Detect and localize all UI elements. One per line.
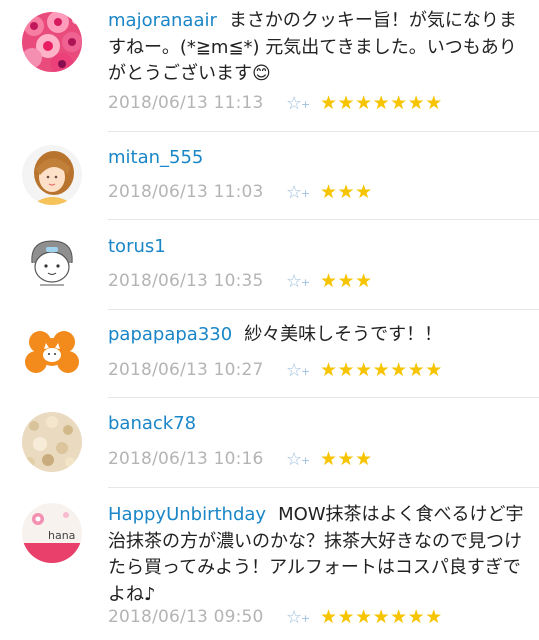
star-outline-icon: ☆ (286, 92, 303, 114)
star-outline-icon: ☆ (286, 359, 303, 381)
add-star-button[interactable]: ☆ + (286, 182, 320, 203)
comment-text: banack78 (108, 411, 525, 438)
comment-text: HappyUnbirthday MOW抹茶はよく食べるけど宇治抹茶の方が濃いのかな… (108, 502, 525, 608)
divider (108, 397, 539, 398)
star-rating[interactable]: ★★★ (320, 181, 373, 203)
pink-flowers-icon (22, 12, 82, 72)
plus-icon: + (301, 611, 311, 625)
username-link[interactable]: mitan_555 (108, 147, 203, 168)
avatar-label: hana (48, 529, 75, 542)
comment-body: 紗々美味しそうです！！ (244, 324, 443, 345)
username-link[interactable]: HappyUnbirthday (108, 504, 266, 525)
timestamp: 2018/06/13 11:13 (108, 93, 264, 113)
timestamp: 2018/06/13 10:27 (108, 360, 264, 380)
username-link[interactable]: banack78 (108, 413, 196, 434)
girl-portrait-icon (22, 145, 82, 205)
plus-icon: + (301, 275, 311, 289)
star-rating[interactable]: ★★★★★★★ (320, 359, 443, 381)
avatar[interactable] (22, 233, 82, 293)
username-link[interactable]: torus1 (108, 236, 166, 257)
comment-text: papapapa330 紗々美味しそうです！！ (108, 322, 525, 349)
star-rating[interactable]: ★★★★★★★ (320, 92, 443, 114)
star-rating[interactable]: ★★★ (320, 448, 373, 470)
divider (108, 309, 539, 310)
star-rating[interactable]: ★★★★★★★ (320, 606, 443, 628)
timestamp: 2018/06/13 10:35 (108, 271, 264, 291)
comment-text: majoranaair まさかのクッキー旨！が気になりますねー。(*≧m≦*) 元… (108, 8, 525, 88)
username-link[interactable]: majoranaair (108, 10, 217, 31)
avatar[interactable]: hana (22, 503, 82, 563)
username-link[interactable]: papapapa330 (108, 324, 232, 345)
star-outline-icon: ☆ (286, 606, 303, 628)
plus-icon: + (301, 97, 311, 111)
add-star-button[interactable]: ☆ + (286, 607, 320, 628)
add-star-button[interactable]: ☆ + (286, 271, 320, 292)
orange-cat-icon (22, 322, 82, 382)
star-outline-icon: ☆ (286, 270, 303, 292)
plus-icon: + (301, 453, 311, 467)
divider (108, 219, 539, 220)
comment-text: mitan_555 (108, 145, 525, 172)
avatar[interactable] (22, 12, 82, 72)
add-star-button[interactable]: ☆ + (286, 449, 320, 470)
star-rating[interactable]: ★★★ (320, 270, 373, 292)
avatar[interactable] (22, 412, 82, 472)
add-star-button[interactable]: ☆ + (286, 360, 320, 381)
divider (108, 131, 539, 132)
star-outline-icon: ☆ (286, 448, 303, 470)
bread-icon (22, 412, 82, 472)
divider (108, 487, 539, 488)
add-star-button[interactable]: ☆ + (286, 93, 320, 114)
hana-cake-icon: hana (22, 503, 82, 563)
timestamp: 2018/06/13 10:16 (108, 449, 264, 469)
timestamp: 2018/06/13 11:03 (108, 182, 264, 202)
timestamp: 2018/06/13 09:50 (108, 607, 264, 627)
plus-icon: + (301, 186, 311, 200)
star-outline-icon: ☆ (286, 181, 303, 203)
avatar[interactable] (22, 322, 82, 382)
plus-icon: + (301, 364, 311, 378)
avatar[interactable] (22, 145, 82, 205)
sketch-character-icon (22, 233, 82, 293)
comment-text: torus1 (108, 234, 525, 261)
